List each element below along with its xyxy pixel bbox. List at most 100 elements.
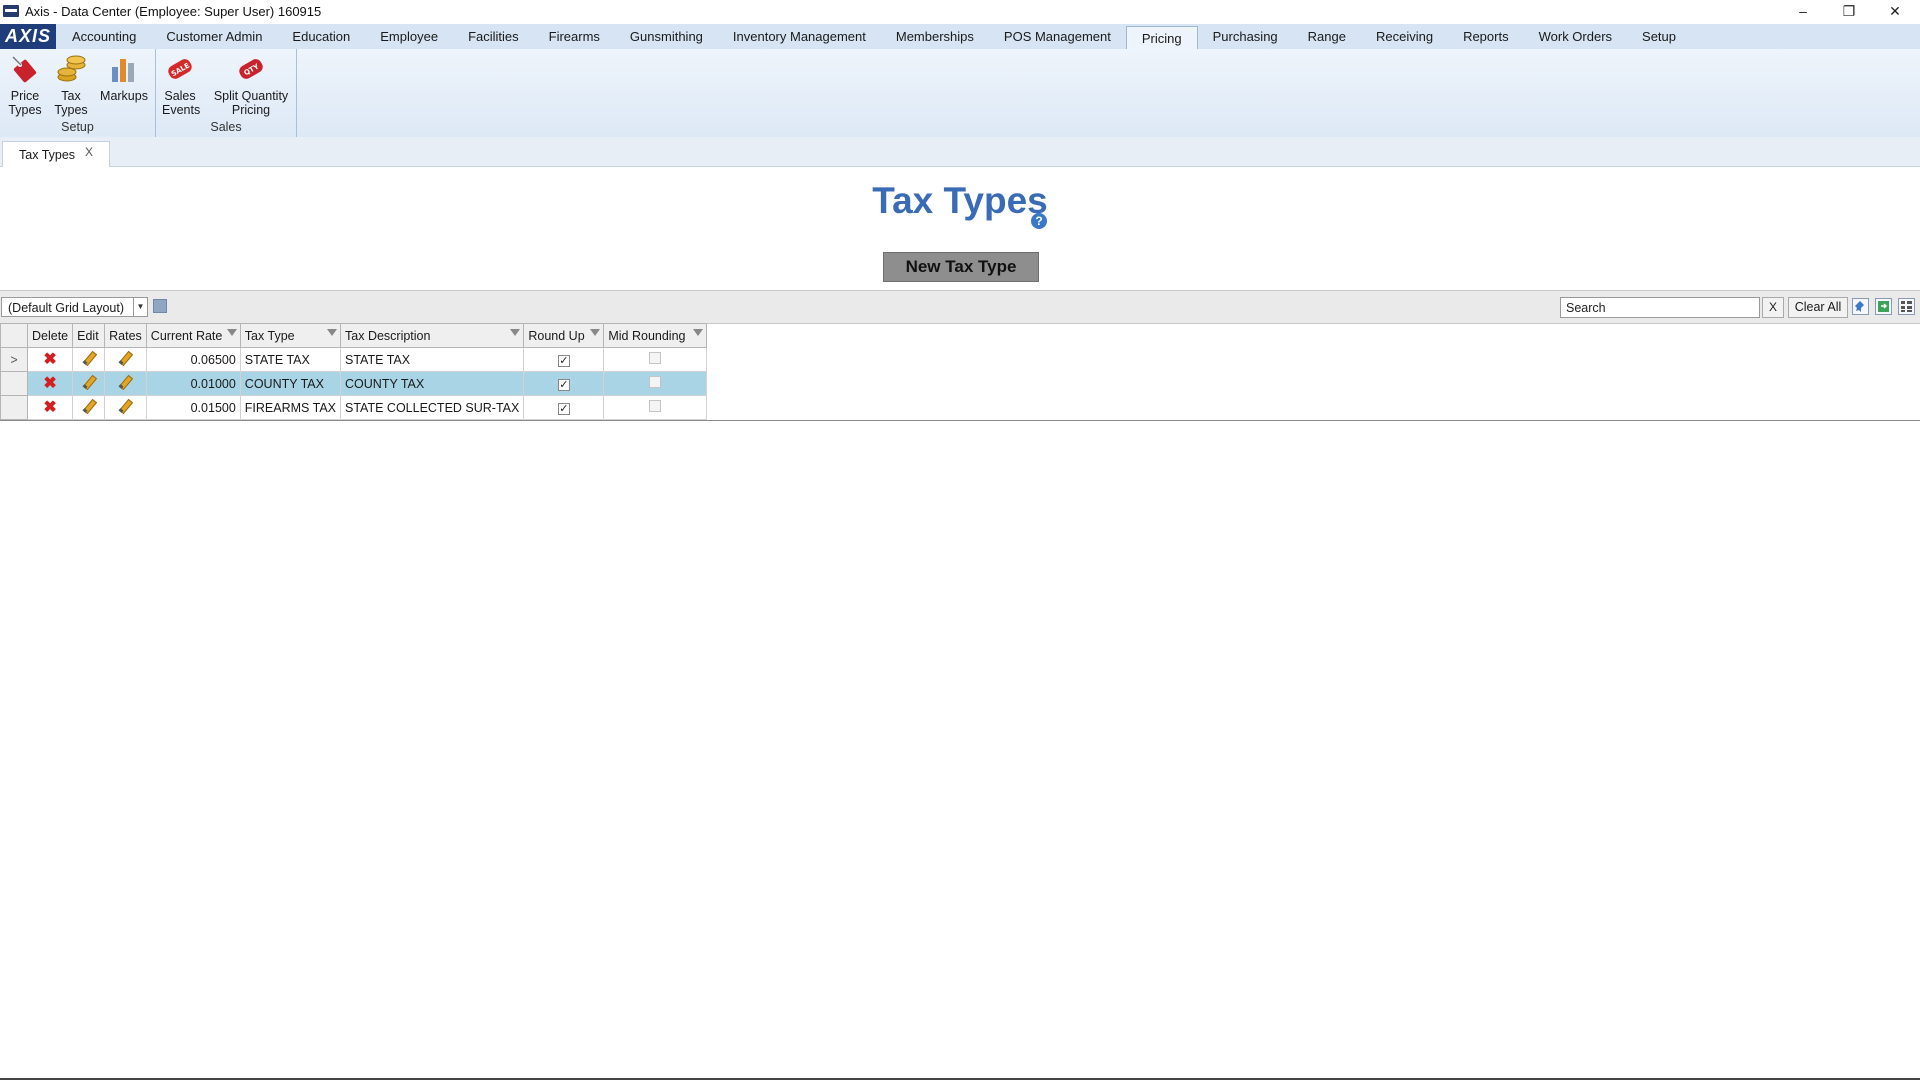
column-header-delete[interactable]: Delete: [26, 323, 74, 348]
mid-rounding-checkbox[interactable]: [649, 400, 662, 412]
column-header-tax-type[interactable]: Tax Type: [239, 323, 342, 348]
split-qty-label-1: Split Quantity: [213, 89, 289, 103]
new-tax-type-button[interactable]: New Tax Type: [883, 252, 1039, 282]
search-clear-button[interactable]: X: [1762, 297, 1784, 318]
tab-tax-types-label: Tax Types: [19, 147, 76, 162]
menu-setup[interactable]: Setup: [1627, 24, 1691, 49]
round-up-checkbox[interactable]: ✓: [557, 402, 570, 415]
rates-button[interactable]: [104, 395, 147, 420]
tax-type-header-label: Tax Type: [244, 328, 295, 343]
split-qty-label-2: Pricing: [231, 103, 271, 117]
mid-rounding-checkbox[interactable]: [649, 376, 662, 388]
document-tab-strip: Tax Types X: [0, 137, 1920, 167]
menu-facilities[interactable]: Facilities: [453, 24, 534, 49]
export-icon[interactable]: [1875, 298, 1892, 315]
sales-events-button[interactable]: SALE Sales Events: [162, 53, 200, 117]
table-row[interactable]: ✖ 0.01000 COUNTY TAX COUNTY TAX ✓: [0, 371, 708, 396]
column-header-edit[interactable]: Edit: [72, 323, 106, 348]
round-up-cell: ✓: [523, 395, 605, 420]
menu-pos-management[interactable]: POS Management: [989, 24, 1126, 49]
table-row[interactable]: > ✖ 0.06500 STATE TAX STATE TAX ✓: [0, 347, 708, 372]
menu-inventory-management[interactable]: Inventory Management: [718, 24, 881, 49]
help-icon[interactable]: ?: [1031, 213, 1047, 229]
sales-events-label-1: Sales: [164, 89, 196, 103]
menu-education[interactable]: Education: [277, 24, 365, 49]
column-header-mid-rounding[interactable]: Mid Rounding: [603, 323, 708, 348]
delete-button[interactable]: ✖: [26, 347, 74, 372]
column-header-tax-description[interactable]: Tax Description: [340, 323, 525, 348]
delete-button[interactable]: ✖: [26, 371, 74, 396]
row-indicator[interactable]: [0, 395, 28, 420]
restore-button[interactable]: ❐: [1826, 0, 1872, 22]
menu-range[interactable]: Range: [1293, 24, 1361, 49]
tab-tax-types[interactable]: Tax Types X: [2, 141, 110, 167]
menu-gunsmithing[interactable]: Gunsmithing: [615, 24, 718, 49]
current-rate-cell: 0.06500: [145, 347, 241, 372]
close-window-button[interactable]: ✕: [1872, 0, 1918, 22]
mid-rounding-checkbox[interactable]: [649, 352, 662, 364]
minimize-button[interactable]: –: [1780, 0, 1826, 22]
row-indicator[interactable]: [0, 371, 28, 396]
tax-description-cell: STATE TAX: [340, 347, 525, 372]
menu-purchasing[interactable]: Purchasing: [1198, 24, 1293, 49]
menu-memberships[interactable]: Memberships: [881, 24, 989, 49]
rates-button[interactable]: [104, 371, 147, 396]
pencil-icon: [117, 350, 133, 366]
grid-layout-value: (Default Grid Layout): [8, 301, 125, 315]
column-header-round-up[interactable]: Round Up: [523, 323, 605, 348]
mid-rounding-cell: [603, 371, 708, 396]
split-quantity-pricing-button[interactable]: QTY Split Quantity Pricing: [212, 53, 290, 117]
table-row[interactable]: ✖ 0.01500 FIREARMS TAX STATE COLLECTED S…: [0, 395, 708, 420]
menu-reports[interactable]: Reports: [1448, 24, 1524, 49]
menu-customer-admin[interactable]: Customer Admin: [151, 24, 277, 49]
coins-icon: [55, 53, 87, 85]
column-header-current-rate[interactable]: Current Rate: [145, 323, 241, 348]
mid-rounding-cell: [603, 347, 708, 372]
menu-receiving[interactable]: Receiving: [1361, 24, 1448, 49]
column-header-rates[interactable]: Rates: [104, 323, 147, 348]
price-tag-icon: [9, 53, 41, 85]
save-layout-icon[interactable]: [153, 299, 167, 313]
filter-icon[interactable]: [327, 329, 338, 336]
round-up-checkbox[interactable]: ✓: [557, 378, 570, 391]
tax-types-button[interactable]: Tax Types: [50, 53, 92, 117]
pencil-icon: [81, 374, 97, 390]
pencil-icon: [117, 398, 133, 414]
round-up-checkbox[interactable]: ✓: [557, 354, 570, 367]
price-types-label-2: Types: [8, 103, 42, 117]
rates-button[interactable]: [104, 347, 147, 372]
search-input[interactable]: Search: [1560, 297, 1760, 318]
column-chooser-icon[interactable]: [1898, 298, 1915, 315]
round-up-header-label: Round Up: [528, 328, 585, 343]
edit-button[interactable]: [72, 371, 106, 396]
edit-button[interactable]: [72, 347, 106, 372]
markups-button[interactable]: Markups: [98, 53, 150, 103]
filter-icon[interactable]: [510, 329, 521, 336]
chevron-down-icon[interactable]: ▼: [133, 298, 147, 316]
menu-firearms[interactable]: Firearms: [534, 24, 615, 49]
markups-label: Markups: [100, 89, 148, 103]
filter-icon[interactable]: [693, 329, 704, 336]
pin-icon[interactable]: [1852, 298, 1869, 315]
filter-icon[interactable]: [590, 329, 601, 336]
axis-logo: AXIS: [0, 24, 56, 49]
menu-pricing[interactable]: Pricing: [1125, 26, 1198, 49]
sales-group-label: Sales: [210, 120, 242, 134]
delete-button[interactable]: ✖: [26, 395, 74, 420]
tab-close-button[interactable]: X: [85, 145, 93, 159]
menu-employee[interactable]: Employee: [365, 24, 453, 49]
edit-button[interactable]: [72, 395, 106, 420]
bar-chart-icon: [108, 53, 140, 85]
menu-work-orders[interactable]: Work Orders: [1524, 24, 1627, 49]
row-indicator[interactable]: >: [0, 347, 28, 372]
sale-tag-icon: SALE: [164, 53, 196, 85]
current-rate-header-label: Current Rate: [150, 328, 223, 343]
page-title: Tax Types: [872, 180, 1048, 221]
quantity-tag-icon: QTY: [235, 53, 267, 85]
price-types-button[interactable]: Price Types: [4, 53, 46, 117]
clear-all-button[interactable]: Clear All: [1788, 297, 1848, 318]
app-icon: [3, 5, 19, 17]
grid-layout-select[interactable]: (Default Grid Layout) ▼: [1, 297, 148, 317]
menu-accounting[interactable]: Accounting: [57, 24, 151, 49]
filter-icon[interactable]: [226, 329, 237, 336]
